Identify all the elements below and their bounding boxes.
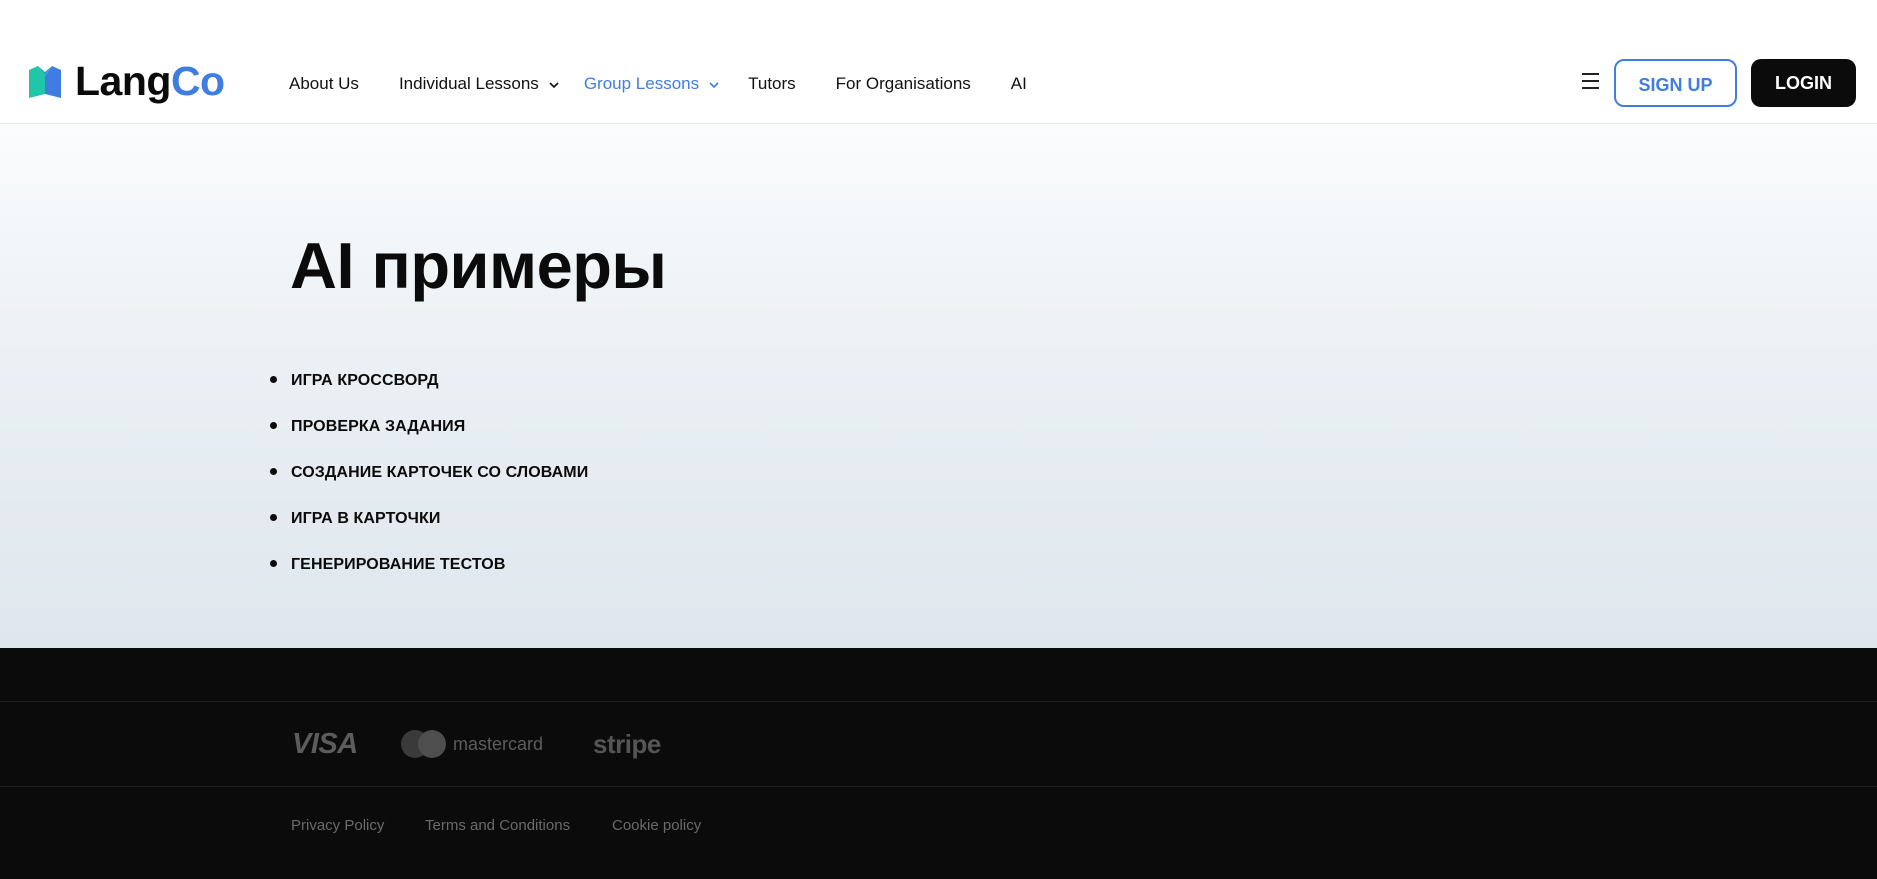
example-link-word-cards[interactable]: СОЗДАНИЕ КАРТОЧЕК СО СЛОВАМИ [291,464,588,482]
footer-divider [0,786,1877,787]
nav-item-for-organisations[interactable]: For Organisations [836,74,971,94]
example-link-test-generation[interactable]: ГЕНЕРИРОВАНИЕ ТЕСТОВ [291,556,506,574]
sign-up-button[interactable]: SIGN UP [1614,59,1737,107]
visa-logo: VISA [292,728,358,760]
logo-text-co: Co [170,57,225,104]
example-link-card-game[interactable]: ИГРА В КАРТОЧКИ [291,510,440,528]
legal-links: Privacy Policy Terms and Conditions Cook… [0,817,1877,837]
nav-item-label: Tutors [748,74,796,93]
bullet-icon [270,468,277,475]
nav-item-ai[interactable]: AI [1011,74,1027,94]
login-button[interactable]: LOGIN [1751,59,1856,107]
chevron-down-icon [709,82,719,89]
page-title: AI примеры [290,229,667,302]
bullet-icon [270,560,277,567]
nav-item-group-lessons[interactable]: Group Lessons [584,74,719,94]
site-header: LangCo About Us Individual Lessons Group… [0,0,1877,124]
nav-item-about-us[interactable]: About Us [289,74,359,94]
nav-item-label: Individual Lessons [398,74,539,93]
example-link-task-check[interactable]: ПРОВЕРКА ЗАДАНИЯ [291,418,465,436]
hero-section: AI примеры ИГРА КРОССВОРД ПРОВЕРКА ЗАДАН… [0,125,1877,648]
langco-logo[interactable]: LangCo [29,58,225,104]
nav-item-individual-lessons[interactable]: Individual Lessons [399,74,559,94]
list-item: ИГРА КРОССВОРД [270,358,588,404]
mastercard-circles-icon [401,730,447,758]
hamburger-menu-icon[interactable] [1582,73,1600,91]
mastercard-logo: mastercard [401,730,543,758]
chevron-down-icon [549,82,559,89]
main-nav: About Us Individual Lessons Group Lesson… [289,72,1027,96]
bullet-icon [270,376,277,383]
nav-item-label: For Organisations [835,74,971,93]
mastercard-label: mastercard [453,733,544,754]
list-item: ПРОВЕРКА ЗАДАНИЯ [270,404,588,450]
bullet-icon [270,514,277,521]
terms-link[interactable]: Terms and Conditions [425,817,570,834]
example-link-crossword[interactable]: ИГРА КРОССВОРД [291,372,439,390]
site-footer: VISA mastercard stripe Privacy Policy Te… [0,648,1877,879]
langco-logo-icon [29,66,61,98]
nav-item-label: AI [1010,74,1027,93]
stripe-logo: stripe [593,729,661,759]
logo-text-lang: Lang [75,57,171,104]
nav-item-label: Group Lessons [583,74,700,93]
list-item: СОЗДАНИЕ КАРТОЧЕК СО СЛОВАМИ [270,450,588,496]
nav-item-label: About Us [289,74,359,93]
nav-item-tutors[interactable]: Tutors [748,74,796,94]
logo-wordmark: LangCo [75,57,225,104]
footer-divider [0,701,1877,702]
bullet-icon [270,422,277,429]
ai-examples-list: ИГРА КРОССВОРД ПРОВЕРКА ЗАДАНИЯ СОЗДАНИЕ… [270,358,588,588]
list-item: ГЕНЕРИРОВАНИЕ ТЕСТОВ [270,542,588,588]
cookie-policy-link[interactable]: Cookie policy [612,817,701,834]
privacy-policy-link[interactable]: Privacy Policy [291,817,384,834]
list-item: ИГРА В КАРТОЧКИ [270,496,588,542]
